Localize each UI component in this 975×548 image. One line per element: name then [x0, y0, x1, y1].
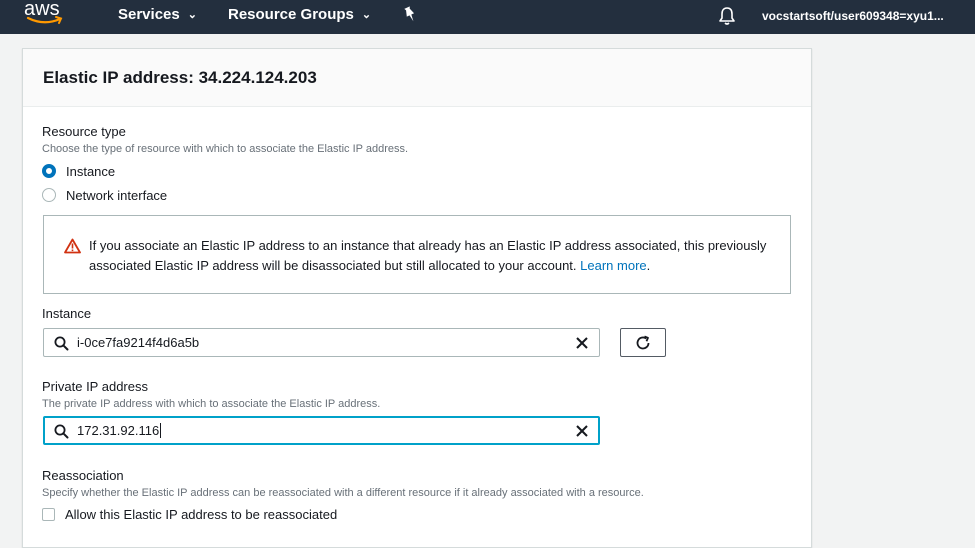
resource-groups-label: Resource Groups: [228, 6, 354, 23]
radio-network-interface-label: Network interface: [66, 187, 168, 203]
private-ip-label: Private IP address: [42, 379, 148, 394]
associate-eip-panel: Elastic IP address: 34.224.124.203: [22, 48, 812, 548]
radio-button-selected[interactable]: [42, 164, 56, 178]
page-title: Elastic IP address: 34.224.124.203: [43, 68, 317, 87]
chevron-down-icon: ⌄: [361, 9, 372, 21]
clear-icon[interactable]: [575, 424, 589, 438]
services-label: Services: [118, 6, 180, 23]
resource-type-label: Resource type: [42, 124, 126, 139]
top-navigation-bar: aws Services ⌄ Resource Groups ⌄ vocstarts…: [0, 0, 975, 34]
reassociation-label: Reassociation: [42, 468, 124, 483]
search-icon: [54, 336, 69, 351]
instance-value: i-0ce7fa9214f4d6a5b: [77, 335, 200, 350]
alert-period: .: [646, 258, 651, 273]
private-ip-value: 172.31.92.116: [77, 423, 160, 438]
refresh-icon: [636, 335, 650, 350]
text-cursor: [160, 423, 162, 438]
radio-button[interactable]: [42, 188, 56, 202]
panel-header: Elastic IP address: 34.224.124.203: [23, 49, 811, 107]
resource-type-description: Choose the type of resource with which t…: [42, 143, 409, 155]
chevron-down-icon: ⌄: [187, 9, 197, 21]
instance-search-input[interactable]: i-0ce7fa9214f4d6a5b: [43, 328, 600, 357]
reassociate-checkbox-label: Allow this Elastic IP address to be reas…: [65, 506, 338, 522]
warning-alert: If you associate an Elastic IP address t…: [43, 215, 791, 294]
search-icon: [54, 424, 69, 439]
radio-network-interface[interactable]: Network interface: [42, 186, 167, 204]
warning-icon: [64, 238, 81, 254]
warning-alert-text: If you associate an Elastic IP address t…: [89, 236, 779, 276]
instance-label: Instance: [42, 306, 92, 321]
private-ip-search-input[interactable]: 172.31.92.116: [43, 416, 600, 445]
pin-icon[interactable]: [402, 6, 418, 29]
resource-groups-menu[interactable]: Resource Groups ⌄: [228, 6, 371, 23]
reassociate-checkbox-row[interactable]: Allow this Elastic IP address to be reas…: [42, 505, 337, 523]
reassociate-checkbox[interactable]: [42, 507, 55, 521]
alert-message: If you associate an Elastic IP address t…: [89, 238, 767, 273]
aws-smile-icon: [26, 16, 63, 24]
user-account-menu[interactable]: vocstartsoft/user609348=xyu1...: [762, 9, 944, 23]
radio-instance-label: Instance: [66, 163, 116, 179]
bell-icon[interactable]: [718, 6, 736, 31]
clear-icon[interactable]: [575, 336, 589, 350]
private-ip-value-wrap: 172.31.92.116: [77, 423, 162, 438]
reassociation-description: Specify whether the Elastic IP address c…: [42, 487, 644, 499]
private-ip-description: The private IP address with which to ass…: [42, 398, 381, 410]
radio-instance[interactable]: Instance: [42, 162, 115, 180]
refresh-button[interactable]: [620, 328, 666, 357]
aws-logo[interactable]: aws: [24, 0, 68, 28]
learn-more-link[interactable]: Learn more: [580, 258, 646, 273]
services-menu[interactable]: Services ⌄: [118, 6, 197, 23]
